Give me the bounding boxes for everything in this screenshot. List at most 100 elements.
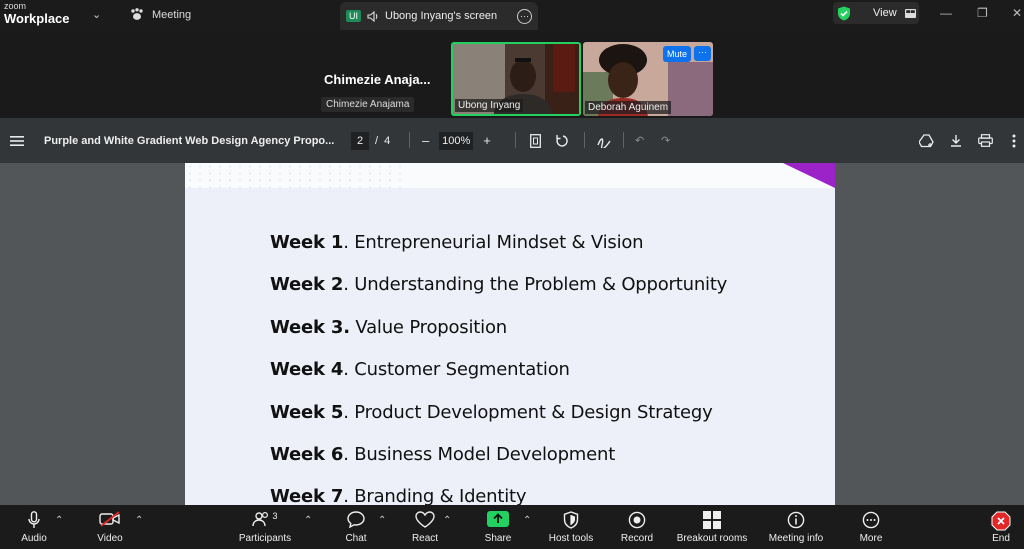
zoom-in-button[interactable]: +	[483, 133, 491, 148]
end-label: End	[992, 533, 1010, 544]
page-header-band	[185, 163, 835, 188]
toolbar-divider	[409, 132, 410, 148]
sharer-badge: UI	[346, 10, 361, 22]
audio-options-caret-icon[interactable]: ⌃	[55, 515, 63, 526]
week-item: Week 3. Value Proposition	[270, 317, 507, 338]
week-item: Week 6. Business Model Development	[270, 444, 616, 465]
zoom-level-input[interactable]: 100%	[439, 131, 474, 150]
page-total: 4	[384, 134, 391, 147]
chat-icon	[347, 511, 365, 529]
menu-icon[interactable]	[10, 118, 24, 163]
undo-icon[interactable]: ↶	[635, 118, 644, 163]
chat-label: Chat	[345, 533, 367, 544]
zoom-out-button[interactable]: –	[422, 133, 429, 148]
restore-icon[interactable]: ❐	[977, 6, 988, 20]
shared-screen-label: Ubong Inyang's screen	[385, 10, 498, 22]
brand-main: Workplace	[4, 11, 70, 26]
week-item: Week 4. Customer Segmentation	[270, 359, 570, 380]
breakout-rooms-button[interactable]: Breakout rooms	[674, 505, 750, 549]
more-icon	[862, 511, 880, 529]
mute-participant-button[interactable]: Mute	[662, 46, 691, 62]
react-button[interactable]: React	[407, 505, 443, 549]
download-icon[interactable]	[950, 118, 962, 163]
host-tools-label: Host tools	[548, 533, 594, 544]
meeting-info-button[interactable]: Meeting info	[764, 505, 828, 549]
chat-button[interactable]: Chat	[338, 505, 374, 549]
audio-label: Audio	[21, 533, 47, 544]
heart-icon	[415, 511, 435, 528]
participant-more-button[interactable]: ···	[694, 46, 711, 61]
week-item: Week 1. Entrepreneurial Mindset & Vision	[270, 232, 644, 253]
record-button[interactable]: Record	[618, 505, 656, 549]
shared-screen-tab[interactable]: UI Ubong Inyang's screen ···	[340, 2, 538, 30]
host-tools-button[interactable]: Host tools	[545, 505, 597, 549]
more-button[interactable]: More	[853, 505, 889, 549]
video-options-caret-icon[interactable]: ⌃	[135, 515, 143, 526]
more-vertical-icon[interactable]	[1012, 118, 1016, 163]
view-label: View	[873, 7, 897, 19]
meeting-controls-bar: Audio ⌃ Video ⌃ 3 Participants ⌃ Chat ⌃ …	[0, 505, 1024, 549]
participants-button[interactable]: 3 Participants	[236, 505, 294, 549]
react-options-caret-icon[interactable]: ⌃	[443, 515, 451, 526]
view-menu[interactable]: View	[833, 2, 919, 24]
page-separator: /	[375, 134, 379, 147]
rotate-icon[interactable]	[555, 118, 569, 163]
tile-name-label: Ubong Inyang	[455, 99, 524, 112]
video-button[interactable]: Video	[92, 505, 128, 549]
paw-icon	[131, 8, 143, 20]
meeting-info-label: Meeting info	[768, 533, 824, 544]
participants-icon	[252, 511, 269, 527]
week-item: Week 2. Understanding the Problem & Oppo…	[270, 274, 728, 295]
share-options-caret-icon[interactable]: ⌃	[523, 515, 531, 526]
host-shield-icon	[563, 511, 579, 529]
record-icon	[628, 511, 646, 529]
brand-small: zoom	[4, 1, 27, 11]
video-label: Video	[97, 533, 123, 544]
chat-options-caret-icon[interactable]: ⌃	[378, 515, 386, 526]
pdf-toolbar: Purple and White Gradient Web Design Age…	[0, 118, 1024, 163]
participants-options-caret-icon[interactable]: ⌃	[304, 515, 312, 526]
end-meeting-button[interactable]: End	[986, 505, 1016, 549]
end-meeting-icon	[991, 511, 1011, 531]
participants-label: Participants	[238, 533, 292, 544]
dot-pattern-decoration	[185, 163, 405, 188]
more-options-icon[interactable]: ···	[517, 8, 532, 24]
toolbar-divider	[584, 132, 585, 148]
chevron-down-icon[interactable]: ⌄	[92, 8, 101, 21]
minimize-icon[interactable]: —	[940, 6, 952, 20]
toolbar-divider	[623, 132, 624, 148]
grid-view-icon	[904, 8, 916, 18]
breakout-rooms-icon	[703, 511, 721, 529]
breakout-rooms-label: Breakout rooms	[676, 533, 748, 544]
pdf-page: Week 1. Entrepreneurial Mindset & Vision…	[185, 163, 835, 505]
more-label: More	[859, 533, 883, 544]
video-tile-deborah-aguinem[interactable]: Mute ··· Deborah Aguinem	[583, 42, 713, 116]
audio-button[interactable]: Audio	[16, 505, 52, 549]
print-icon[interactable]	[978, 118, 993, 163]
microphone-icon	[28, 511, 40, 528]
annotate-icon[interactable]	[597, 118, 611, 163]
week-item: Week 5. Product Development & Design Str…	[270, 402, 713, 423]
toolbar-divider	[515, 132, 516, 148]
week-item: Week 7. Branding & Identity	[270, 486, 527, 505]
redo-icon[interactable]: ↷	[661, 118, 670, 163]
meeting-tab-label: Meeting	[152, 8, 192, 21]
purple-corner-decoration	[783, 163, 835, 188]
security-shield-icon[interactable]	[837, 6, 851, 21]
add-to-drive-icon[interactable]	[919, 118, 934, 163]
meeting-tab[interactable]: Meeting	[130, 8, 191, 21]
page-number-input[interactable]: 2	[351, 131, 369, 150]
pdf-viewport[interactable]: Week 1. Entrepreneurial Mindset & Vision…	[0, 163, 1024, 505]
fit-page-icon[interactable]	[530, 118, 541, 163]
share-screen-icon	[487, 511, 509, 527]
host-name-heading: Chimezie Anaja...	[324, 72, 431, 87]
close-icon[interactable]: ✕	[1012, 6, 1022, 20]
share-button[interactable]: Share	[480, 505, 516, 549]
zoom-workplace-logo[interactable]: zoom Workplace	[4, 1, 70, 26]
zoom-title-bar: zoom Workplace ⌄ Meeting UI Ubong Inyang…	[0, 0, 1024, 32]
info-icon	[787, 511, 805, 529]
participants-count: 3	[272, 511, 278, 521]
document-title: Purple and White Gradient Web Design Age…	[44, 134, 335, 147]
video-tile-ubong-inyang[interactable]: Ubong Inyang	[451, 42, 581, 116]
speaker-icon	[367, 10, 378, 22]
